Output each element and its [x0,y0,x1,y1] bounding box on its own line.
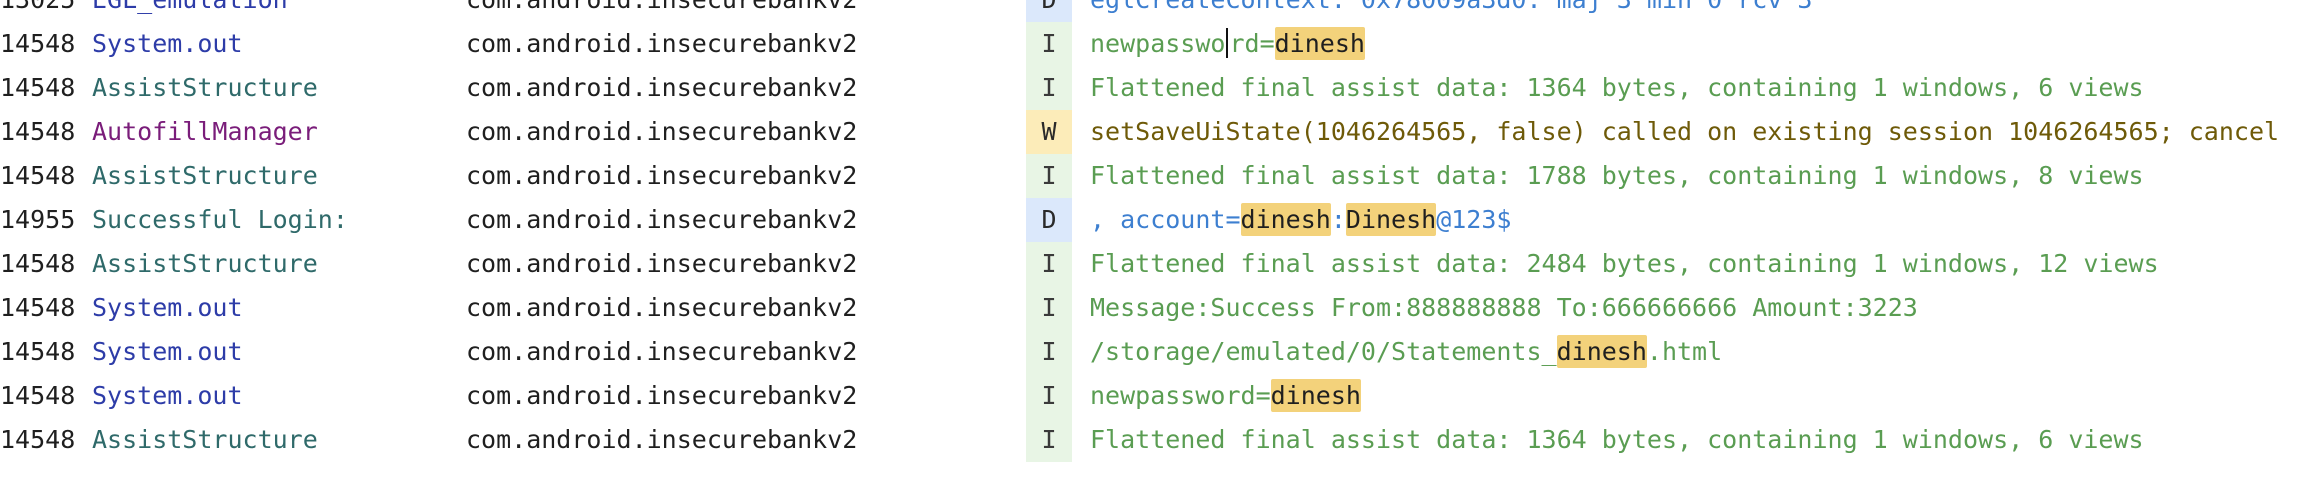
log-message[interactable]: Message:Success From:888888888 To:666666… [1090,286,1918,330]
log-package: com.android.insecurebankv2 [466,117,858,146]
log-message-text: Flattened final assist data: 2484 bytes,… [1090,249,2159,278]
log-message[interactable]: eglCreateContext: 0x78009a3d0: maj 3 min… [1090,0,1812,22]
log-level-badge: I [1026,242,1072,286]
log-row[interactable]: 14548 System.out com.android.insecurebankv… [0,374,2314,418]
log-message[interactable]: Flattened final assist data: 1788 bytes,… [1090,154,2144,198]
log-message[interactable]: /storage/emulated/0/Statements_dinesh.ht… [1090,330,1722,374]
log-tag: AssistStructure [92,73,318,102]
log-level-badge: I [1026,418,1072,462]
log-pid: 14548 [0,29,76,58]
log-pid: 13025 [0,0,75,22]
log-pid: 14548 [0,161,76,190]
log-pid: 14955 [0,205,76,234]
logcat-panel[interactable]: 13025 EGL_emulation com.android.insecureba… [0,0,2314,480]
log-tag: EGL_emulation [92,0,288,22]
log-message[interactable]: Flattened final assist data: 1364 bytes,… [1090,66,2144,110]
log-message-text: , account= [1090,205,1241,234]
log-package: com.android.insecurebankv2 [466,161,858,190]
log-tag: AssistStructure [92,249,318,278]
log-message-text: : [1330,205,1346,234]
log-package: com.android.insecurebankv2 [466,73,858,102]
search-match-highlight: dinesh [1270,379,1361,412]
log-row[interactable]: 13025 EGL_emulation com.android.insecureba… [0,0,2314,22]
log-pid: 14548 [0,425,76,454]
log-tag: AssistStructure [92,161,318,190]
log-package: com.android.insecurebankv2 [466,425,858,454]
log-level-badge: I [1026,286,1072,330]
log-level-badge: I [1026,374,1072,418]
log-message-text: newpasswo [1090,29,1226,58]
log-package: com.android.insecurebankv2 [466,337,858,366]
log-row[interactable]: 14548 System.out com.android.insecurebankv… [0,22,2314,66]
log-row[interactable]: 14548 AssistStructure com.android.insecure… [0,242,2314,286]
log-level-badge: I [1026,330,1072,374]
log-message-text: .html [1646,337,1723,366]
log-message-text: Message:Success From:888888888 To:666666… [1090,293,1918,322]
log-message[interactable]: , account=dinesh:Dinesh@123$ [1090,198,1511,242]
log-pid: 14548 [0,249,76,278]
log-message-text: eglCreateContext: 0x78009a3d0: maj 3 min… [1090,0,1812,14]
log-package: com.android.insecurebankv2 [466,29,858,58]
log-message-text: Flattened final assist data: 1364 bytes,… [1090,73,2144,102]
log-level-badge: I [1026,66,1072,110]
log-tag: System.out [92,337,243,366]
log-message-text: @123$ [1436,205,1512,234]
log-level-badge: W [1026,110,1072,154]
log-tag: System.out [92,29,243,58]
log-level-badge: D [1026,198,1072,242]
log-package: com.android.insecurebankv2 [466,293,858,322]
log-row[interactable]: 14548 AssistStructure com.android.insecure… [0,418,2314,462]
search-match-highlight: dinesh [1556,335,1647,368]
log-tag: AssistStructure [92,425,318,454]
log-level-badge: I [1026,154,1072,198]
log-package: com.android.insecurebankv2 [466,381,858,410]
log-tag: System.out [92,293,243,322]
log-pid: 14548 [0,293,76,322]
log-package: com.android.insecurebankv2 [466,205,858,234]
log-message-text: setSaveUiState(1046264565, false) called… [1090,117,2280,146]
search-match-highlight: dinesh [1240,203,1331,236]
log-pid: 14548 [0,73,76,102]
log-message[interactable]: Flattened final assist data: 1364 bytes,… [1090,418,2144,462]
log-pid: 14548 [0,337,76,366]
log-package: com.android.insecurebankv2 [466,249,858,278]
log-row[interactable]: 14548 AssistStructure com.android.insecure… [0,66,2314,110]
log-tag: Successful Login: [92,205,348,234]
log-pid: 14548 [0,381,76,410]
log-message[interactable]: Flattened final assist data: 2484 bytes,… [1090,242,2159,286]
log-message-text: rd= [1229,29,1275,58]
log-message[interactable]: newpassword=dinesh [1090,374,1361,418]
log-row[interactable]: 14548 AutofillManager com.android.insecure… [0,110,2314,154]
search-match-highlight: dinesh [1274,27,1365,60]
log-message-text: newpassword= [1090,381,1271,410]
log-row[interactable]: 14548 System.out com.android.insecurebankv… [0,330,2314,374]
log-message-text: Flattened final assist data: 1364 bytes,… [1090,425,2144,454]
log-message-text: /storage/emulated/0/Statements_ [1090,337,1557,366]
search-match-highlight: Dinesh [1345,203,1437,236]
log-message[interactable]: setSaveUiState(1046264565, false) called… [1090,110,2279,154]
log-row[interactable]: 14548 System.out com.android.insecurebankv… [0,286,2314,330]
log-tag: System.out [92,381,243,410]
log-message[interactable]: newpassword=dinesh [1090,22,1365,66]
log-package: com.android.insecurebankv2 [466,0,857,22]
log-level-badge: I [1026,22,1072,66]
log-pid: 14548 [0,117,76,146]
log-level-badge: D [1026,0,1072,22]
log-row[interactable]: 14955 Successful Login: com.android.insecu… [0,198,2314,242]
log-message-text: Flattened final assist data: 1788 bytes,… [1090,161,2144,190]
log-row[interactable]: 14548 AssistStructure com.android.insecure… [0,154,2314,198]
log-tag: AutofillManager [92,117,318,146]
